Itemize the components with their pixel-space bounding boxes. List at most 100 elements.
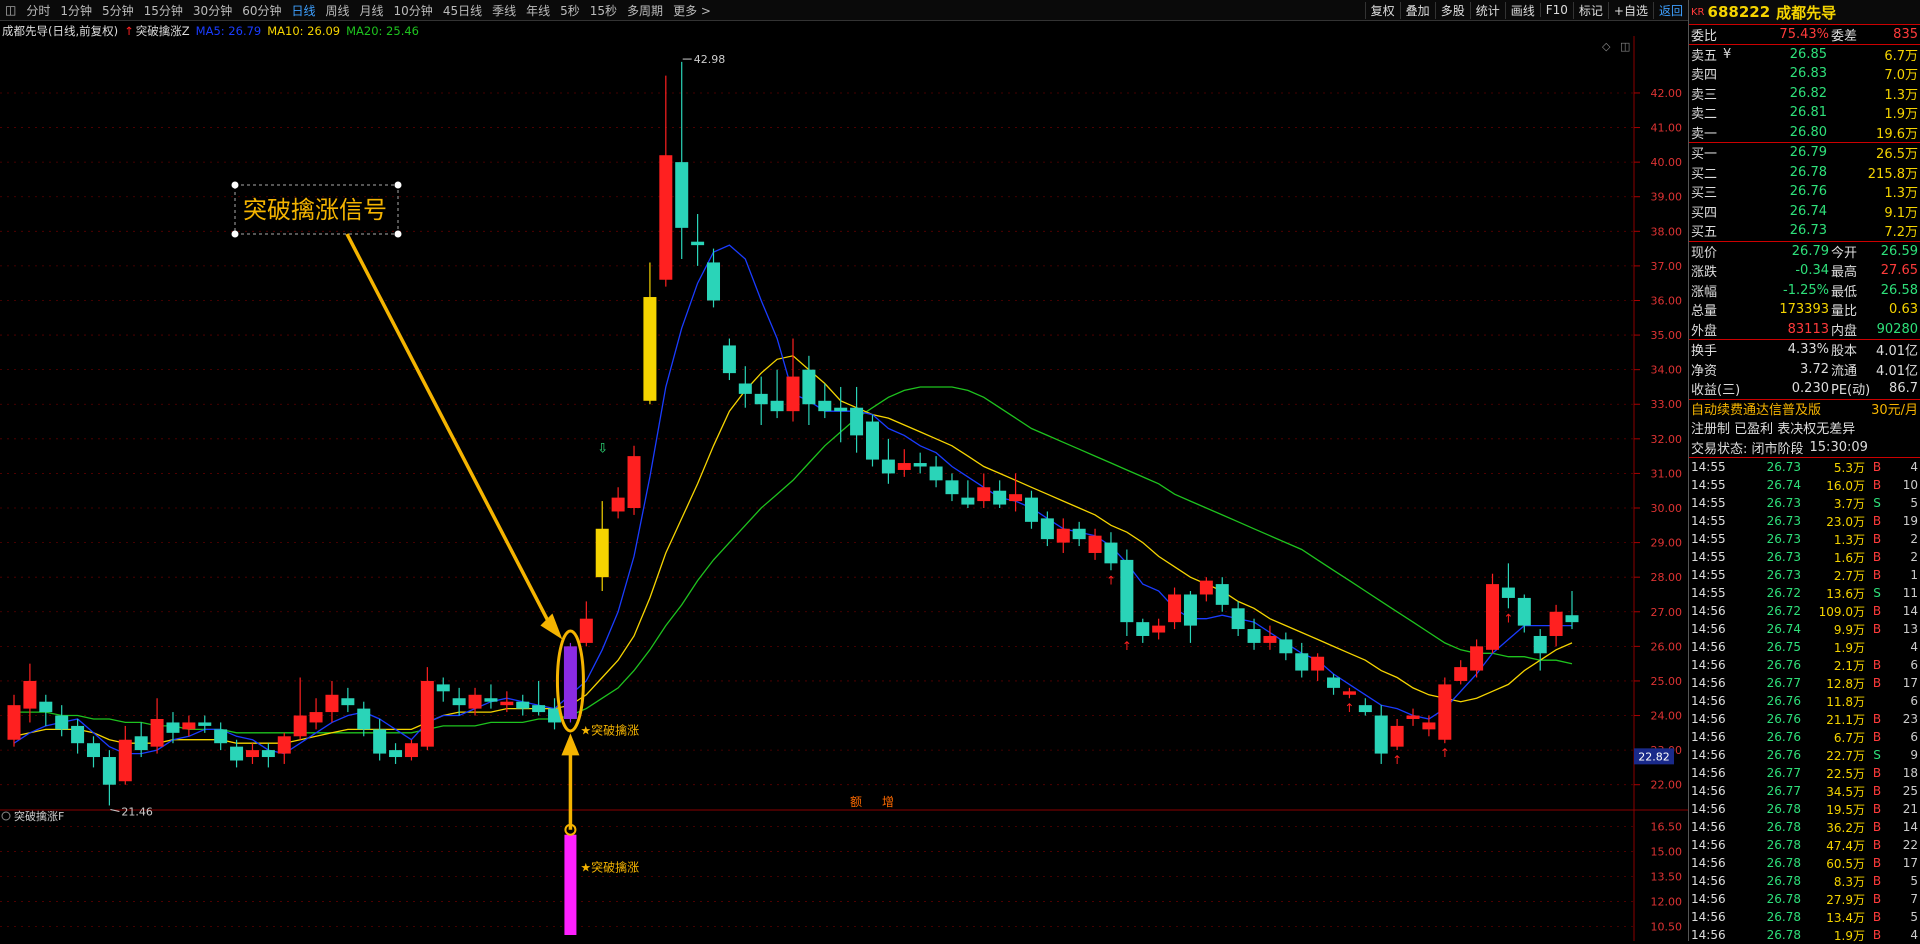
period-tab[interactable]: 多周期 [622,2,668,19]
period-tab[interactable]: 季线 [487,2,521,19]
candle-body [293,715,307,737]
stat-label: 涨跌 [1691,265,1718,281]
candle [1231,601,1245,636]
tick-count: 23 [1902,712,1918,726]
tick-time: 14:55 [1691,550,1726,564]
candle [929,456,943,488]
tick-price: 26.78 [1766,838,1801,852]
bid-volume: 26.5万 [1876,147,1918,163]
period-tab[interactable]: 年线 [521,2,555,19]
candle-body [977,487,991,502]
stat-row: 收益(三) 0.230 PE(动) 86.7 [1689,379,1920,399]
period-tab[interactable]: 30分钟 [188,2,237,19]
period-tab[interactable]: 5秒 [555,2,585,19]
toolbar-action-button[interactable]: F10 [1539,3,1573,17]
toolbar-action-button[interactable]: 统计 [1469,1,1505,19]
price-tick-label: 30.00 [1651,502,1683,515]
tick-side: S [1873,748,1881,762]
period-tab[interactable]: 15秒 [585,2,622,19]
toolbar-action-button[interactable]: 叠加 [1399,1,1435,19]
period-tab[interactable]: 日线 [286,2,320,19]
tick-side: B [1872,910,1882,924]
stat-label: 外盘 [1691,323,1718,339]
tick-row: 14:56 26.77 22.5万 B 18 [1689,764,1920,782]
candle-body [627,456,641,509]
tick-row: 14:55 26.74 16.0万 B 10 [1689,476,1920,494]
period-tab[interactable]: 更多 > [668,2,716,19]
period-tab[interactable]: 月线 [355,2,389,19]
candle-body [1056,528,1070,543]
candle [39,694,53,726]
stat-value: 83113 [1787,321,1829,337]
period-tab[interactable]: 周线 [321,2,355,19]
candle [341,687,355,713]
candle-body [532,705,546,713]
tick-count: 17 [1902,676,1918,690]
reg-info: 注册制 已盈利 表决权无差异 [1691,422,1856,438]
period-tab[interactable]: 5分钟 [97,2,139,19]
candle [1406,708,1420,726]
bid-price: 26.79 [1789,145,1827,161]
candle-body [277,736,291,754]
candle [1454,660,1468,685]
candle [182,715,196,737]
candle-body [945,480,959,495]
candle [230,739,244,768]
candle-body [516,701,530,709]
period-tab[interactable]: 1分钟 [55,2,97,19]
candle-body [1342,691,1356,695]
candle-body [1470,646,1484,671]
stat-value: 0.230 [1791,381,1829,397]
toolbar-action-button[interactable]: 返回 [1652,1,1688,19]
candle-body [420,680,434,747]
candle [1358,698,1372,716]
candle-body [1152,625,1166,633]
price-tick-label: 36.00 [1651,294,1683,307]
tick-volume: 1.3万 [1833,532,1865,547]
toolbar-action-button[interactable]: +自选 [1607,1,1653,19]
candle-body [802,369,816,405]
tick-price: 26.78 [1766,892,1801,906]
toolbar-action-button[interactable]: 多股 [1434,1,1470,19]
price-tick-label: 38.00 [1651,225,1683,238]
tick-count: 14 [1902,604,1918,618]
period-tab[interactable]: 10分钟 [389,2,438,19]
candle-body [1486,584,1500,650]
toolbar-action-button[interactable]: 复权 [1364,1,1400,19]
tick-time: 14:56 [1691,622,1726,636]
candle-body [722,345,736,374]
candle-body [23,680,37,709]
toolbar-action-button[interactable]: 标记 [1572,1,1608,19]
panel-icon: ◫ [1620,40,1630,53]
up-arrow-icon: ↑ [1106,573,1116,587]
tick-count: 17 [1902,856,1918,870]
tick-price: 26.76 [1766,694,1801,708]
tick-list: 14:55 26.73 5.3万 B 4 14:55 26.74 16.0万 B 10 14:55 2… [1689,457,1920,944]
period-tab[interactable]: 分时 [21,2,55,19]
candle-body [1565,615,1579,623]
period-tab[interactable]: 45日线 [438,2,487,19]
ma5-line [13,244,1572,755]
candle-body [1120,559,1134,623]
ask-label: 卖三 [1691,87,1718,103]
toolbar-action-button[interactable]: 画线 [1504,1,1540,19]
bid-volume: 1.3万 [1884,186,1918,202]
stat-value: -1.25% [1783,282,1829,298]
candle [1072,521,1086,547]
period-tab[interactable]: 15分钟 [139,2,188,19]
tick-price: 26.73 [1766,460,1801,474]
candle-body [1406,715,1420,719]
tick-side: B [1872,838,1882,852]
candle-body [1024,497,1038,522]
tick-volume: 12.8万 [1826,676,1865,691]
kline-chart[interactable]: 42.00 41.00 40.00 39.00 38.00 37.00 36.00 35.00… [0,36,1688,941]
candle [1295,642,1309,678]
tick-count: 18 [1902,766,1918,780]
tick-price: 26.75 [1766,640,1801,654]
period-tab[interactable]: 60分钟 [237,2,286,19]
tick-count: 5 [1910,910,1918,924]
candle-body [1168,594,1182,623]
layout-icon[interactable]: ◫ [0,3,21,17]
tick-count: 11 [1902,586,1918,600]
promo-row[interactable]: 自动续费通达信普及版 30元/月 [1689,398,1920,418]
